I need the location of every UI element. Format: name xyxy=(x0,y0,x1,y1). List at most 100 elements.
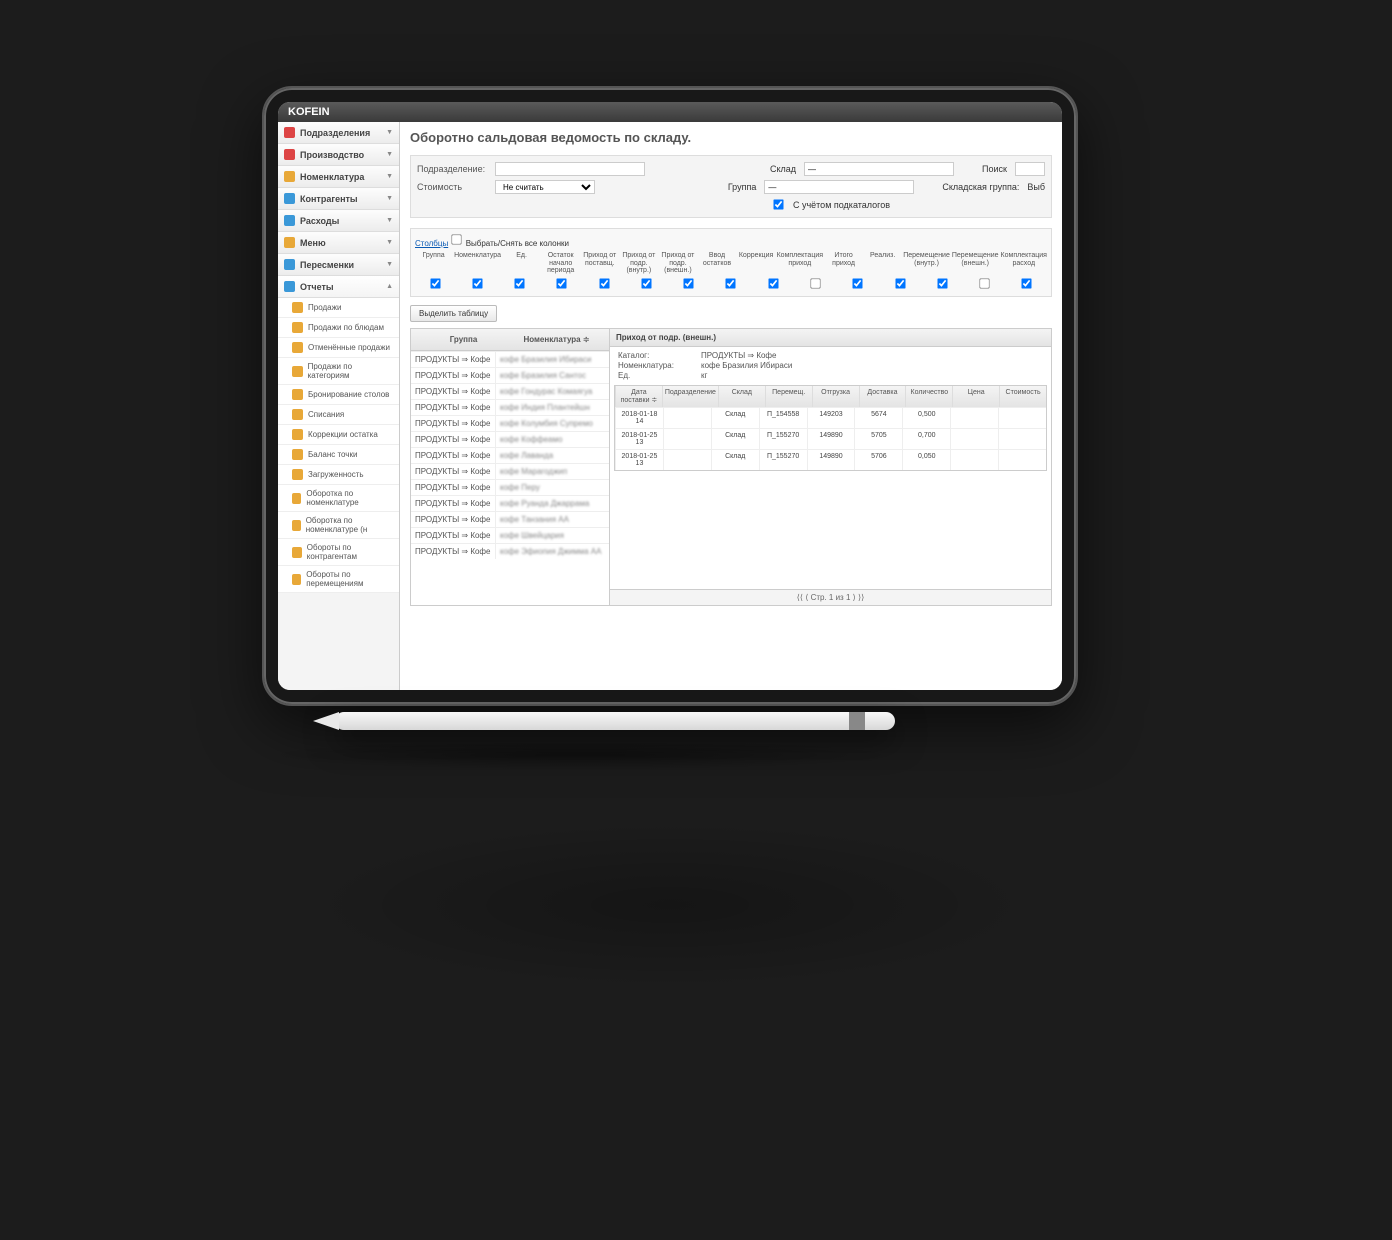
sidebar-report-item[interactable]: Отменённые продажи xyxy=(278,338,399,358)
column-header: Итого приход xyxy=(825,252,862,275)
table-row[interactable]: ПРОДУКТЫ ⇒ Кофекофе Швейцария xyxy=(411,527,609,543)
select-table-button[interactable]: Выделить таблицу xyxy=(410,305,497,322)
filter-panel: Подразделение: Склад Поиск Стоимость Не … xyxy=(410,155,1052,218)
sidebar-report-item[interactable]: Продажи по блюдам xyxy=(278,318,399,338)
sidebar-report-item[interactable]: Коррекции остатка xyxy=(278,425,399,445)
col-header[interactable]: Группа xyxy=(417,335,510,344)
column-checkbox[interactable] xyxy=(557,278,567,288)
sidebar-group[interactable]: Отчеты▲ xyxy=(278,276,399,298)
column-checkbox[interactable] xyxy=(684,278,694,288)
sidebar-report-item[interactable]: Оборотка по номенклатуре (н xyxy=(278,512,399,539)
table-row[interactable]: ПРОДУКТЫ ⇒ Кофекофе Лаванда xyxy=(411,447,609,463)
group-icon xyxy=(284,149,295,160)
table-row[interactable]: ПРОДУКТЫ ⇒ Кофекофе Бразилия Ибираси xyxy=(411,351,609,367)
column-header: Комплектация расход xyxy=(1001,252,1047,275)
table-row[interactable]: ПРОДУКТЫ ⇒ Кофекофе Колумбия Супремо xyxy=(411,415,609,431)
sidebar-group[interactable]: Производство▼ xyxy=(278,144,399,166)
filter-label: Подразделение: xyxy=(417,164,487,174)
sidebar-group[interactable]: Меню ▼ xyxy=(278,232,399,254)
subcatalogs-checkbox[interactable] xyxy=(773,199,783,209)
table-row[interactable]: ПРОДУКТЫ ⇒ Кофекофе Коффеамо xyxy=(411,431,609,447)
sidebar-group[interactable]: Контрагенты▼ xyxy=(278,188,399,210)
sidebar-report-item[interactable]: Баланс точки xyxy=(278,445,399,465)
column-header: Комплектация приход xyxy=(777,252,823,275)
group-label: Контрагенты xyxy=(300,194,358,204)
folder-icon xyxy=(292,429,303,440)
search-input[interactable] xyxy=(1015,162,1045,176)
cost-select[interactable]: Не считать xyxy=(495,180,595,194)
columns-link[interactable]: Столбцы xyxy=(415,239,448,248)
sidebar-report-item[interactable]: Обороты по перемещениям xyxy=(278,566,399,593)
column-checkbox[interactable] xyxy=(810,278,820,288)
sidebar-group[interactable]: Расходы▼ xyxy=(278,210,399,232)
detail-row[interactable]: 2018-01-18 14СкладП_15455814920356740,50… xyxy=(615,407,1046,428)
detail-col-header[interactable]: Доставка xyxy=(859,386,906,407)
sidebar-group[interactable]: Подразделения▼ xyxy=(278,122,399,144)
column-checkbox[interactable] xyxy=(641,278,651,288)
sidebar-report-item[interactable]: Продажи xyxy=(278,298,399,318)
column-checkbox[interactable] xyxy=(937,278,947,288)
chevron-icon: ▼ xyxy=(386,239,393,246)
column-header: Приход от подр. (внешн.) xyxy=(659,252,696,275)
column-checkbox[interactable] xyxy=(853,278,863,288)
warehouse-group-btn[interactable]: Выб xyxy=(1027,182,1045,192)
sidebar-report-item[interactable]: Бронирование столов xyxy=(278,385,399,405)
sidebar-report-item[interactable]: Оборотка по номенклатуре xyxy=(278,485,399,512)
column-header: Приход от поставщ. xyxy=(581,252,618,275)
detail-row[interactable]: 2018-01-25 13СкладП_15527014989057060,05… xyxy=(615,449,1046,470)
column-checkbox[interactable] xyxy=(726,278,736,288)
sidebar-group[interactable]: Номенклатура▼ xyxy=(278,166,399,188)
table-row[interactable]: ПРОДУКТЫ ⇒ Кофекофе Марагоджип xyxy=(411,463,609,479)
sidebar-group[interactable]: Пересменки▼ xyxy=(278,254,399,276)
col-header[interactable]: Номенклатура ≑ xyxy=(510,335,603,344)
report-label: Списания xyxy=(308,410,344,419)
table-row[interactable]: ПРОДУКТЫ ⇒ Кофекофе Индия Плантейшн xyxy=(411,399,609,415)
folder-icon xyxy=(292,409,303,420)
detail-col-header[interactable]: Количество xyxy=(905,386,952,407)
detail-col-header[interactable]: Подразделение xyxy=(662,386,718,407)
column-header: Коррекция xyxy=(738,252,775,275)
folder-icon xyxy=(292,469,303,480)
report-label: Обороты по контрагентам xyxy=(307,543,393,561)
sidebar-report-item[interactable]: Продажи по категориям xyxy=(278,358,399,385)
stylus-pencil xyxy=(335,712,895,730)
column-checkbox[interactable] xyxy=(599,278,609,288)
column-header: Номенклатура xyxy=(454,252,501,275)
detail-col-header[interactable]: Отгрузка xyxy=(812,386,859,407)
column-checkbox[interactable] xyxy=(430,278,440,288)
sidebar-report-item[interactable]: Обороты по контрагентам xyxy=(278,539,399,566)
detail-col-header[interactable]: Стоимость xyxy=(999,386,1046,407)
left-grid: Группа Номенклатура ≑ ПРОДУКТЫ ⇒ Кофекоф… xyxy=(410,328,610,606)
toggle-all-checkbox[interactable] xyxy=(452,234,462,244)
detail-col-header[interactable]: Перемещ. xyxy=(765,386,812,407)
sidebar-report-item[interactable]: Загруженность xyxy=(278,465,399,485)
column-checkbox[interactable] xyxy=(472,278,482,288)
meta-value: кофе Бразилия Ибираси xyxy=(701,361,792,370)
filter-label: Склад xyxy=(770,164,796,174)
chevron-icon: ▼ xyxy=(386,173,393,180)
division-input[interactable] xyxy=(495,162,645,176)
table-row[interactable]: ПРОДУКТЫ ⇒ Кофекофе Танзания АА xyxy=(411,511,609,527)
table-row[interactable]: ПРОДУКТЫ ⇒ Кофекофе Бразилия Сантос xyxy=(411,367,609,383)
pager[interactable]: ⟨⟨ ⟨ Стр. 1 из 1 ⟩ ⟩⟩ xyxy=(610,589,1051,605)
column-checkbox[interactable] xyxy=(979,278,989,288)
detail-col-header[interactable]: Дата поставки ≑ xyxy=(615,386,662,407)
detail-col-header[interactable]: Склад xyxy=(718,386,765,407)
warehouse-input[interactable] xyxy=(804,162,954,176)
group-icon xyxy=(284,127,295,138)
column-checkbox[interactable] xyxy=(895,278,905,288)
group-input[interactable] xyxy=(764,180,914,194)
table-row[interactable]: ПРОДУКТЫ ⇒ Кофекофе Руанда Джаррама xyxy=(411,495,609,511)
group-label: Меню xyxy=(300,238,326,248)
column-checkbox[interactable] xyxy=(514,278,524,288)
group-icon xyxy=(284,193,295,204)
sidebar-report-item[interactable]: Списания xyxy=(278,405,399,425)
table-row[interactable]: ПРОДУКТЫ ⇒ Кофекофе Гондурас Комаягуа xyxy=(411,383,609,399)
meta-key: Номенклатура: xyxy=(618,361,693,370)
table-row[interactable]: ПРОДУКТЫ ⇒ Кофекофе Эфиопия Джиммa АА xyxy=(411,543,609,559)
detail-col-header[interactable]: Цена xyxy=(952,386,999,407)
detail-row[interactable]: 2018-01-25 13СкладП_15527014989057050,70… xyxy=(615,428,1046,449)
column-checkbox[interactable] xyxy=(768,278,778,288)
table-row[interactable]: ПРОДУКТЫ ⇒ Кофекофе Перу xyxy=(411,479,609,495)
column-checkbox[interactable] xyxy=(1022,278,1032,288)
